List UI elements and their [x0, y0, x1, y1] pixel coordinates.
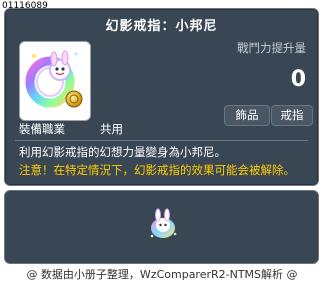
item-warning: 注意！在特定情況下，幻影戒指的效果可能会被解除。: [19, 163, 295, 177]
job-label: 裝備職業: [19, 122, 65, 136]
bunny-preview-icon: [150, 208, 177, 238]
power-increase-value: 0: [290, 67, 306, 92]
item-tooltip-panel: 幻影戒指：小邦尼 戰鬥力提升量 0 飾品 戒指 裝備職業 共用 利用幻影戒指的幻…: [4, 8, 319, 186]
divider: [15, 140, 308, 141]
category-tag-accessory: 飾品: [224, 105, 270, 126]
rainbow-ring-icon: [20, 42, 90, 120]
item-title: 幻影戒指：小邦尼: [105, 19, 218, 34]
job-value: 共用: [100, 122, 123, 136]
power-increase-label: 戰鬥力提升量: [237, 41, 306, 55]
footer-credit: @ 数据由小册子整理，WzComparerR2-NTMS解析 @: [26, 268, 298, 281]
item-description: 利用幻影戒指的幻想力量變身為小邦尼。: [19, 145, 226, 159]
item-icon-frame: [19, 41, 91, 121]
category-tag-ring: 戒指: [271, 105, 313, 126]
